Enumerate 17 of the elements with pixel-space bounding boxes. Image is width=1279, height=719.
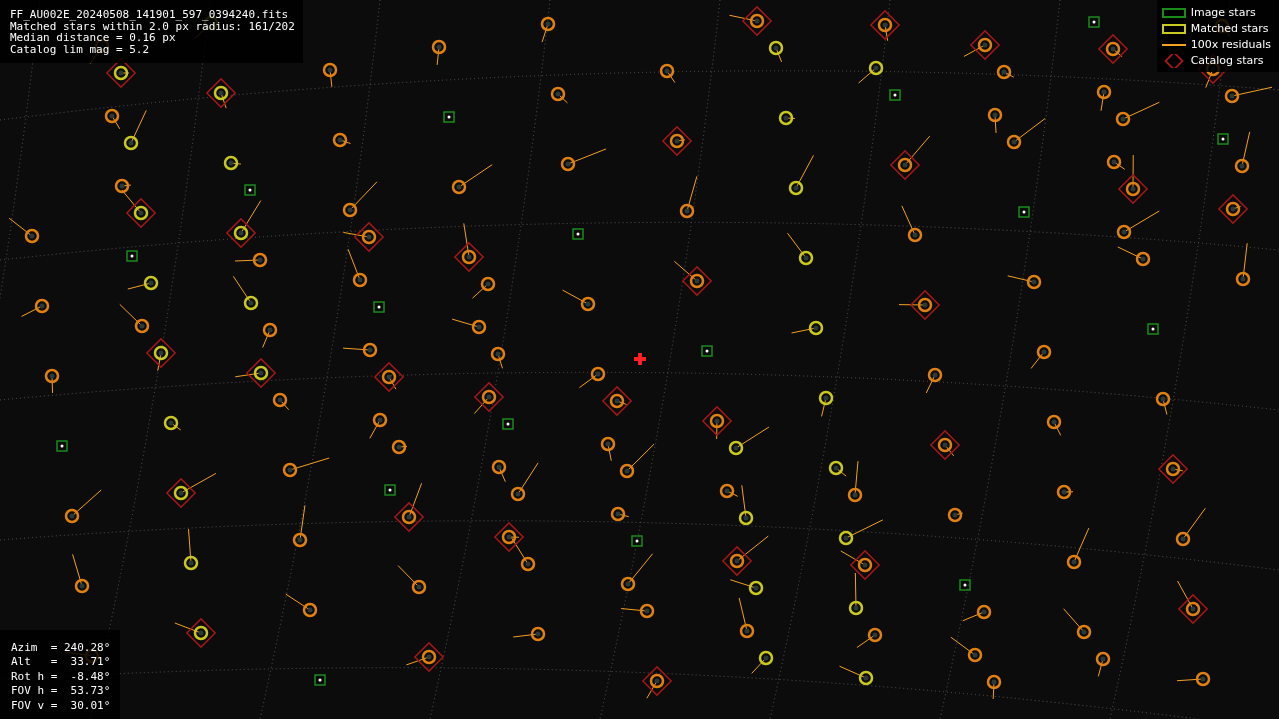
pointing-text: Rot h = -8.48° (11, 669, 111, 684)
residual-legend-icon (1161, 43, 1186, 46)
pointing-text: FOV h = 53.73° (11, 684, 111, 699)
pointing-text: FOV v = 30.01° (11, 698, 111, 713)
legend-label: 100x residuals (1190, 37, 1271, 52)
legend-label: Matched stars (1190, 21, 1269, 36)
legend-label: Image stars (1190, 5, 1256, 20)
image-legend-icon (1160, 5, 1187, 20)
legend-label: Catalog stars (1190, 53, 1264, 68)
info-text: Median distance = 0.16 px (10, 32, 176, 44)
info-text: Catalog lim mag = 5.2 (10, 43, 151, 55)
info-text: Matched stars within 2.0 px radius: 161/202 (10, 20, 295, 32)
center-cross-icon (634, 353, 646, 365)
matched-legend-icon (1160, 21, 1187, 36)
pointing-text: Alt = 33.71° (11, 655, 111, 670)
pointing-text: Azim = 240.28° (11, 640, 111, 655)
info-text: FF_AU002E_20240508_141901_597_0394240.fits (10, 9, 290, 21)
